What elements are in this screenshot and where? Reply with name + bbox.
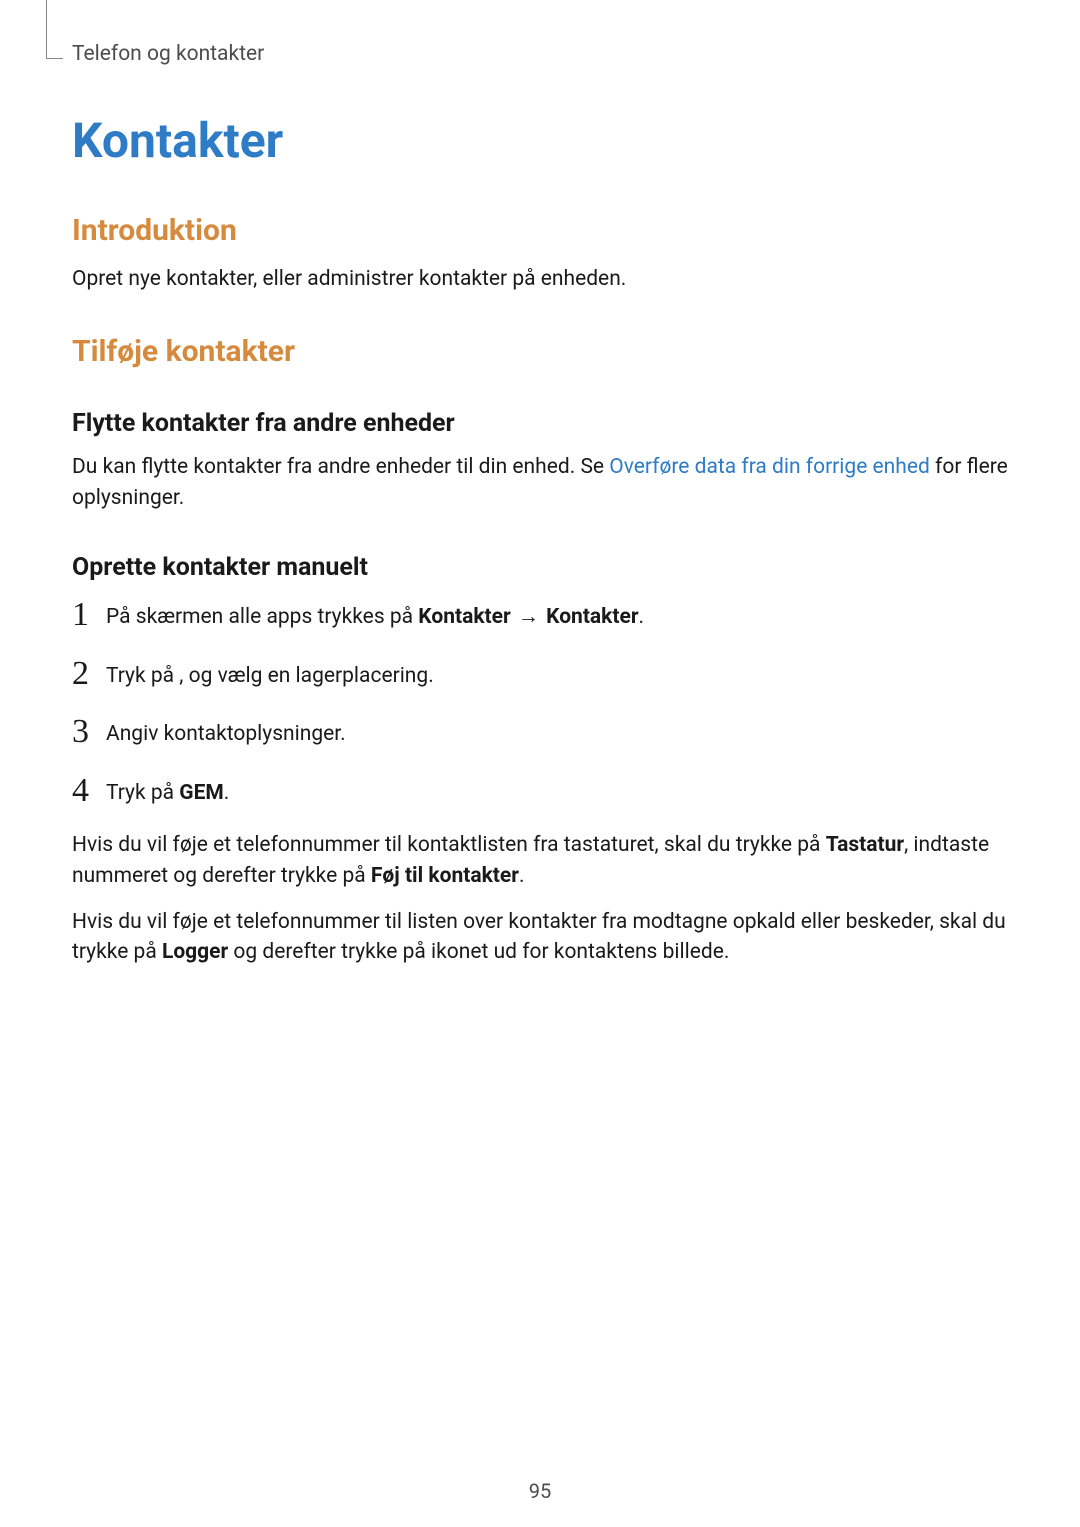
step-number: 4: [72, 774, 106, 808]
intro-text: Opret nye kontakter, eller administrer k…: [72, 264, 1008, 294]
section-heading-introduction: Introduktion: [72, 213, 1008, 248]
para-logs: Hvis du vil føje et telefonnummer til li…: [72, 907, 1008, 968]
corner-mark-icon: [46, 0, 63, 59]
step-number: 2: [72, 657, 106, 691]
step-item: 4 Tryk på GEM.: [72, 772, 1008, 808]
step-number: 1: [72, 598, 106, 632]
subheading-move-contacts: Flytte kontakter fra andre enheder: [72, 409, 1008, 438]
page-number: 95: [0, 1479, 1080, 1503]
step-number: 3: [72, 715, 106, 749]
section-heading-add-contacts: Tilføje kontakter: [72, 334, 1008, 369]
transfer-data-link[interactable]: Overføre data fra din forrige enhed: [609, 455, 930, 479]
subheading-create-manually: Oprette kontakter manuelt: [72, 553, 1008, 582]
step-item: 3 Angiv kontaktoplysninger.: [72, 713, 1008, 749]
step-text: Angiv kontaktoplysninger.: [106, 719, 346, 749]
step-item: 2 Tryk på , og vælg en lagerplacering.: [72, 655, 1008, 691]
step-text: Tryk på , og vælg en lagerplacering.: [106, 661, 434, 691]
steps-list: 1 På skærmen alle apps trykkes på Kontak…: [72, 596, 1008, 808]
page-title: Kontakter: [72, 112, 1008, 169]
para-keypad: Hvis du vil føje et telefonnummer til ko…: [72, 830, 1008, 891]
step-text: På skærmen alle apps trykkes på Kontakte…: [106, 602, 644, 632]
step-text: Tryk på GEM.: [106, 778, 229, 808]
breadcrumb: Telefon og kontakter: [72, 42, 1008, 66]
move-text-pre: Du kan flytte kontakter fra andre enhede…: [72, 455, 609, 479]
move-contacts-text: Du kan flytte kontakter fra andre enhede…: [72, 452, 1008, 513]
step-item: 1 På skærmen alle apps trykkes på Kontak…: [72, 596, 1008, 632]
